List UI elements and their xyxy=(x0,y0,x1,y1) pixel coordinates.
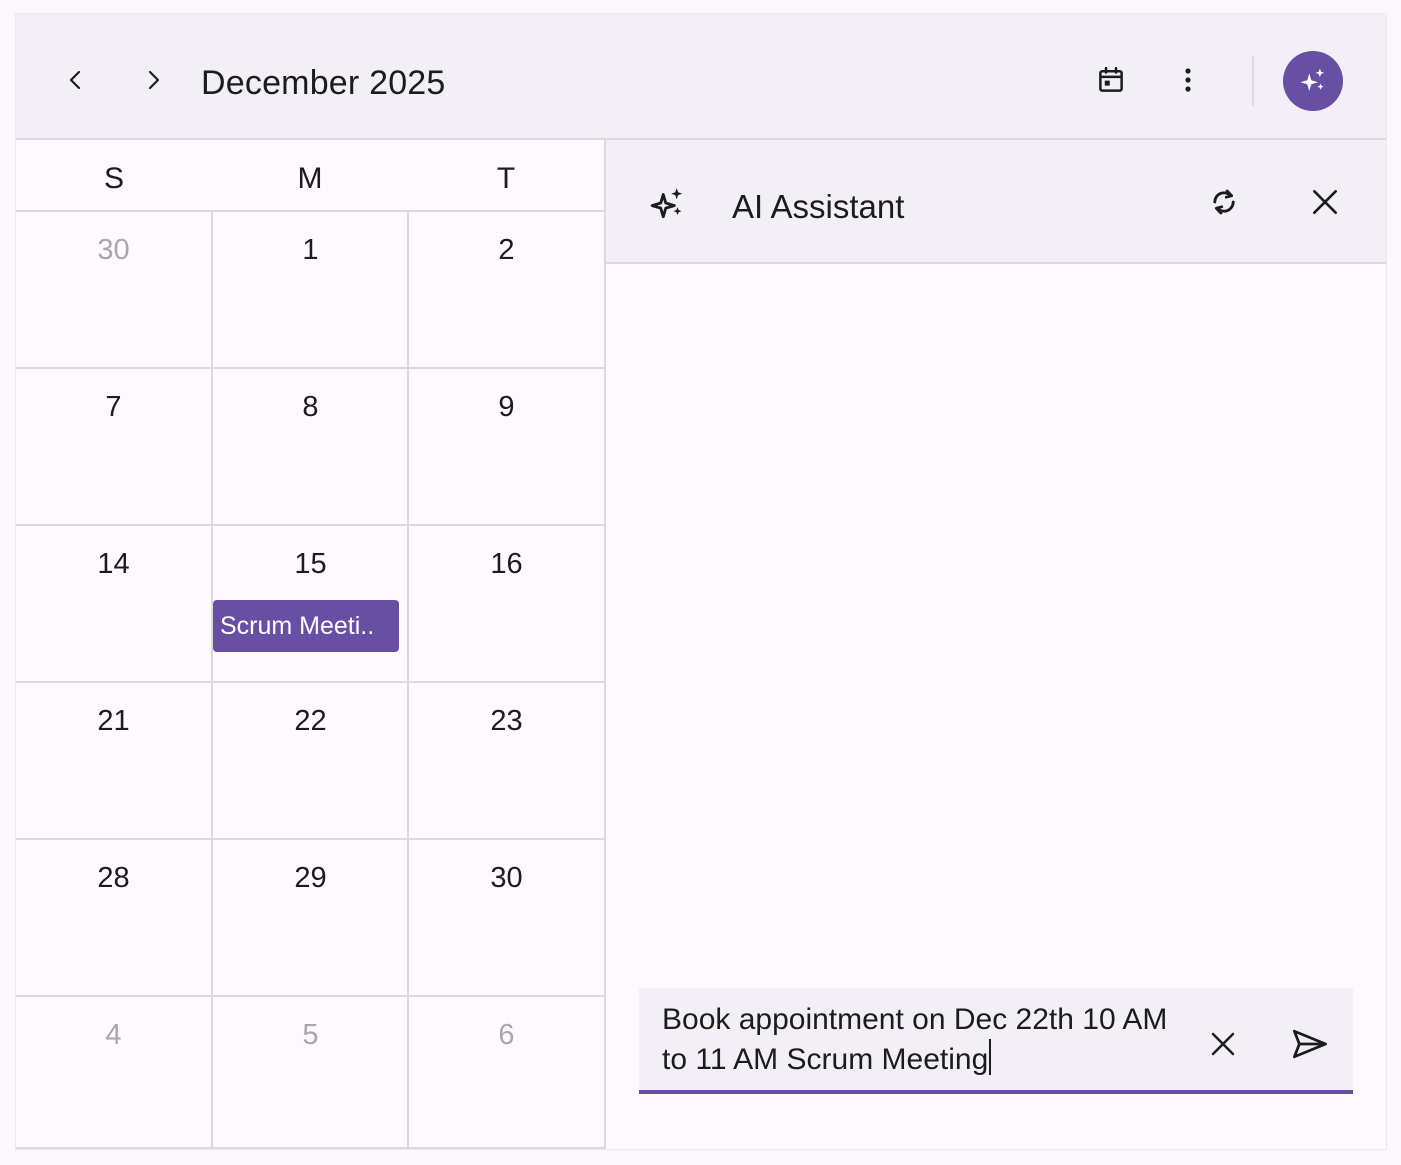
day-cell[interactable]: 21 xyxy=(16,683,211,838)
send-button[interactable] xyxy=(1287,1022,1333,1066)
close-icon xyxy=(1211,1032,1235,1056)
today-button[interactable] xyxy=(1089,58,1133,102)
sparkle-icon xyxy=(648,184,688,224)
day-cell[interactable]: 23 xyxy=(407,683,604,838)
day-number: 23 xyxy=(490,705,523,737)
calendar-app: December 2025 S M T 30 1 2 7 8 9 14 15 1… xyxy=(16,14,1386,1149)
month-title[interactable]: December 2025 xyxy=(201,64,446,103)
day-number: 2 xyxy=(498,234,515,266)
ai-assistant-panel: AI Assistant Book appointment on Dec 22t… xyxy=(604,140,1386,1149)
header-divider xyxy=(1252,56,1254,106)
day-number: 16 xyxy=(490,548,523,580)
day-cell[interactable]: 1 xyxy=(211,212,408,367)
day-cell[interactable]: 16 xyxy=(407,526,604,681)
month-grid: S M T 30 1 2 7 8 9 14 15 16 Scrum Meeti.… xyxy=(16,140,604,1149)
day-number: 14 xyxy=(97,548,130,580)
refresh-icon xyxy=(1213,189,1235,215)
day-cell[interactable]: 4 xyxy=(16,997,211,1147)
week-row: 14 15 16 Scrum Meeti.. xyxy=(16,526,604,683)
day-cell[interactable]: 28 xyxy=(16,840,211,995)
close-icon xyxy=(1313,190,1337,214)
chevron-right-icon xyxy=(148,70,160,90)
event-chip[interactable]: Scrum Meeti.. xyxy=(213,600,399,652)
day-number: 29 xyxy=(294,862,327,894)
day-number: 28 xyxy=(97,862,130,894)
week-row: 4 5 6 xyxy=(16,997,604,1149)
close-panel-button[interactable] xyxy=(1303,180,1347,224)
day-number: 21 xyxy=(97,705,130,737)
day-number: 8 xyxy=(302,391,319,423)
day-cell[interactable]: 22 xyxy=(211,683,408,838)
refresh-button[interactable] xyxy=(1202,180,1246,224)
weekday-label: M xyxy=(297,162,323,195)
week-row: 30 1 2 xyxy=(16,212,604,369)
day-number: 30 xyxy=(490,862,523,894)
calendar-today-icon xyxy=(1099,66,1123,92)
day-number: 1 xyxy=(302,234,319,266)
prompt-input-value: Book appointment on Dec 22th 10 AM to 11… xyxy=(662,1003,1168,1076)
weekday-label: T xyxy=(496,162,516,195)
more-options-button[interactable] xyxy=(1166,58,1210,102)
day-cell[interactable]: 5 xyxy=(211,997,408,1147)
assistant-header: AI Assistant xyxy=(606,140,1386,264)
sparkle-icon xyxy=(1300,68,1325,91)
day-cell[interactable]: 8 xyxy=(211,369,408,524)
assistant-title: AI Assistant xyxy=(732,188,905,225)
clear-input-button[interactable] xyxy=(1203,1024,1243,1064)
day-number: 7 xyxy=(105,391,122,423)
app-header: December 2025 xyxy=(16,14,1386,140)
day-cell[interactable]: 29 xyxy=(211,840,408,995)
week-row: 28 29 30 xyxy=(16,840,604,997)
day-cell[interactable]: 9 xyxy=(407,369,604,524)
day-number: 6 xyxy=(498,1019,515,1051)
day-cell[interactable]: 14 xyxy=(16,526,211,681)
weekday-label: S xyxy=(103,162,124,195)
weekday-header-row: S M T xyxy=(16,140,604,212)
day-number: 5 xyxy=(302,1019,319,1051)
chevron-left-icon xyxy=(69,70,81,90)
prompt-input-text[interactable]: Book appointment on Dec 22th 10 AM to 11… xyxy=(662,1000,1182,1079)
week-row: 21 22 23 xyxy=(16,683,604,840)
day-number: 15 xyxy=(294,548,327,580)
day-cell[interactable]: 6 xyxy=(407,997,604,1147)
day-cell[interactable]: 2 xyxy=(407,212,604,367)
prompt-input[interactable]: Book appointment on Dec 22th 10 AM to 11… xyxy=(639,988,1353,1094)
day-number: 22 xyxy=(294,705,327,737)
send-icon xyxy=(1293,1029,1328,1059)
text-caret xyxy=(989,1039,992,1075)
day-cell[interactable]: 30 xyxy=(407,840,604,995)
more-vert-icon xyxy=(1185,68,1191,92)
day-cell[interactable]: 7 xyxy=(16,369,211,524)
day-cell[interactable]: 30 xyxy=(16,212,211,367)
ai-assistant-button[interactable] xyxy=(1283,51,1343,111)
day-number: 4 xyxy=(105,1019,122,1051)
previous-month-button[interactable] xyxy=(56,60,96,100)
week-row: 7 8 9 xyxy=(16,369,604,526)
day-number: 9 xyxy=(498,391,515,423)
next-month-button[interactable] xyxy=(133,60,173,100)
day-number: 30 xyxy=(97,234,130,266)
